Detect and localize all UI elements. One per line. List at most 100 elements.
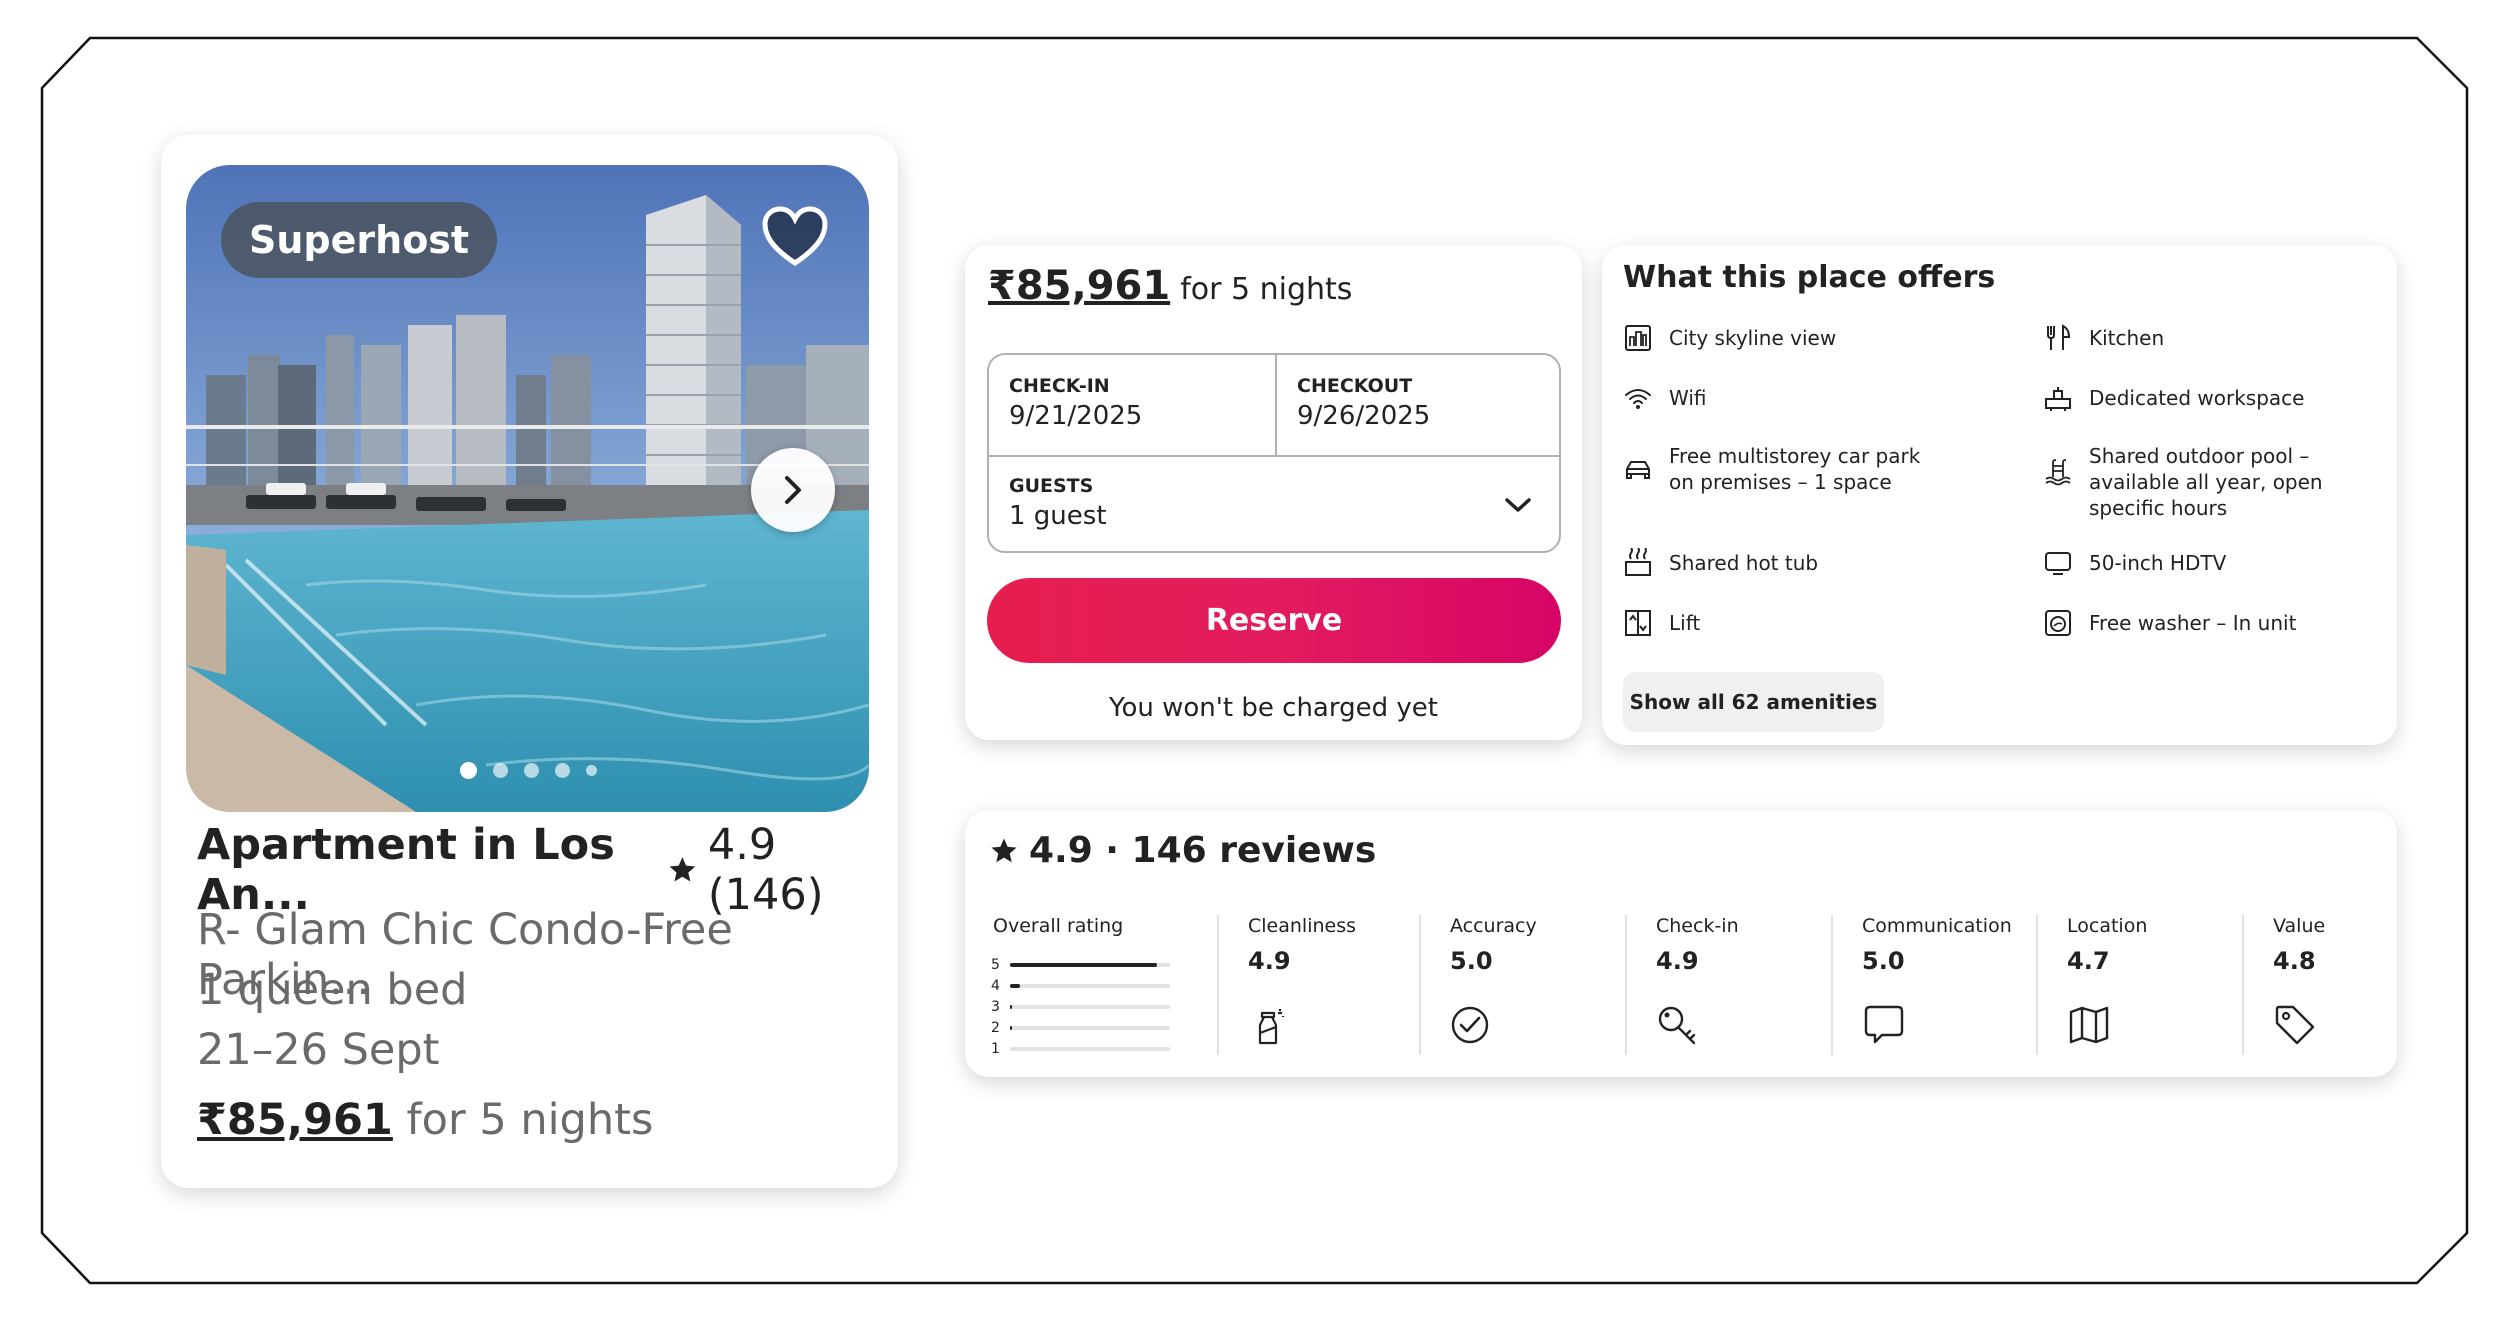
amenity-tv: 50-inch HDTV bbox=[2043, 550, 2226, 578]
listing-title-row: Apartment in Los An... 4.9 (146) bbox=[197, 820, 877, 920]
rating-category-location: Location 4.7 bbox=[2067, 915, 2237, 1055]
divider bbox=[1419, 915, 1421, 1055]
chevron-right-icon bbox=[785, 476, 801, 504]
listing-beds: 1 queen bed bbox=[197, 965, 468, 1015]
divider bbox=[1831, 915, 1833, 1055]
rating-bar-row: 1 bbox=[991, 1041, 1170, 1057]
tag-icon bbox=[2275, 1005, 2315, 1045]
heart-icon[interactable] bbox=[761, 205, 829, 267]
rating-bar-fill bbox=[1009, 963, 1158, 967]
rating-bar-stars: 4 bbox=[991, 978, 1000, 994]
overall-rating-label: Overall rating bbox=[993, 915, 1124, 937]
checkin-field[interactable]: CHECK-IN 9/21/2025 bbox=[989, 355, 1275, 455]
rating-bar-row: 3 bbox=[991, 999, 1170, 1015]
amenity-kitchen: Kitchen bbox=[2043, 324, 2165, 353]
divider bbox=[1625, 915, 1627, 1055]
category-value: 4.9 bbox=[1656, 947, 1699, 975]
rating-bar-row: 2 bbox=[991, 1020, 1170, 1036]
spray-bottle-icon bbox=[1258, 1009, 1285, 1045]
amenity-label: 50-inch HDTV bbox=[2089, 551, 2227, 575]
pagination-dot[interactable] bbox=[493, 763, 508, 778]
rating-bar-fill bbox=[1009, 1005, 1012, 1009]
rating-category-accuracy: Accuracy 5.0 bbox=[1450, 915, 1620, 1055]
booking-panel: ₹85,961 for 5 nights CHECK-IN 9/21/2025 … bbox=[965, 245, 1582, 740]
photo-pagination[interactable] bbox=[460, 762, 597, 779]
amenity-car-park: Free multistorey car park on premises – … bbox=[1623, 443, 1923, 495]
amenity-label: Lift bbox=[1669, 611, 1701, 635]
car-icon bbox=[1626, 461, 1650, 479]
divider bbox=[1217, 915, 1219, 1055]
hot-tub-icon bbox=[1625, 548, 1651, 576]
booking-price-suffix: for 5 nights bbox=[1180, 272, 1353, 307]
category-value: 5.0 bbox=[1450, 947, 1493, 975]
kitchen-icon bbox=[2047, 324, 2071, 350]
category-label: Cleanliness bbox=[1248, 915, 1357, 937]
rating-bar bbox=[1009, 1005, 1170, 1009]
amenity-lift: Lift bbox=[1623, 610, 1700, 638]
rating-category-checkin: Check-in 4.9 bbox=[1656, 915, 1826, 1055]
star-icon bbox=[669, 857, 696, 882]
listing-price-amount[interactable]: ₹85,961 bbox=[197, 1095, 393, 1145]
amenities-title: What this place offers bbox=[1623, 260, 1996, 295]
rating-bar bbox=[1009, 1047, 1170, 1051]
amenity-pool: Shared outdoor pool – available all year… bbox=[2043, 443, 2383, 521]
amenity-label: Kitchen bbox=[2089, 326, 2165, 350]
listing-price: ₹85,961 for 5 nights bbox=[197, 1095, 653, 1145]
rating-bar-row: 4 bbox=[991, 978, 1170, 994]
chat-bubble-icon bbox=[1864, 1005, 1904, 1044]
amenity-label: City skyline view bbox=[1669, 326, 1837, 350]
booking-price-amount[interactable]: ₹85,961 bbox=[988, 263, 1170, 309]
pagination-dot[interactable] bbox=[524, 763, 539, 778]
checkin-label: CHECK-IN bbox=[1009, 375, 1110, 397]
category-label: Value bbox=[2273, 915, 2326, 937]
listing-price-suffix: for 5 nights bbox=[406, 1095, 654, 1145]
checkin-value: 9/21/2025 bbox=[1009, 401, 1143, 431]
superhost-badge: Superhost bbox=[221, 202, 498, 278]
show-all-amenities-button[interactable]: Show all 62 amenities bbox=[1623, 672, 1884, 732]
listing-photo[interactable]: Superhost bbox=[186, 165, 869, 812]
reserve-button[interactable]: Reserve bbox=[987, 578, 1561, 663]
rating-bar-fill bbox=[1009, 1026, 1012, 1030]
rating-bar-stars: 2 bbox=[991, 1020, 1000, 1036]
rating-category-value: Value 4.8 bbox=[2273, 915, 2373, 1055]
amenity-washer: Free washer – In unit bbox=[2043, 610, 2296, 638]
checkout-field[interactable]: CHECKOUT 9/26/2025 bbox=[1277, 355, 1563, 455]
amenity-workspace: Dedicated workspace bbox=[2043, 385, 2304, 413]
wifi-icon bbox=[1625, 389, 1651, 409]
rating-bar bbox=[1009, 963, 1170, 967]
next-photo-button[interactable] bbox=[751, 448, 835, 532]
city-view-icon bbox=[1625, 325, 1651, 351]
category-value: 4.7 bbox=[2067, 947, 2110, 975]
rating-bar-fill bbox=[1009, 984, 1020, 988]
pagination-dot[interactable] bbox=[586, 765, 597, 776]
reviews-panel: 4.9 · 146 reviews Overall rating 5 4 3 2… bbox=[965, 810, 2397, 1077]
rating-bar-stars: 1 bbox=[991, 1041, 1000, 1057]
reviews-title[interactable]: 4.9 · 146 reviews bbox=[989, 830, 1376, 871]
rating-bar-row: 5 bbox=[991, 957, 1170, 973]
guests-value: 1 guest bbox=[1009, 501, 1107, 531]
checkout-value: 9/26/2025 bbox=[1297, 401, 1431, 431]
rating-category-cleanliness: Cleanliness 4.9 bbox=[1248, 915, 1418, 1055]
date-guest-picker[interactable]: CHECK-IN 9/21/2025 CHECKOUT 9/26/2025 GU… bbox=[987, 353, 1561, 553]
divider bbox=[2036, 915, 2038, 1055]
pagination-dot[interactable] bbox=[555, 763, 570, 778]
amenity-label: Free washer – In unit bbox=[2089, 611, 2297, 635]
lift-icon bbox=[1625, 610, 1651, 636]
category-value: 4.8 bbox=[2273, 947, 2316, 975]
rating-bar-stars: 3 bbox=[991, 999, 1000, 1015]
rating-category-communication: Communication 5.0 bbox=[1862, 915, 2032, 1055]
guests-field[interactable]: GUESTS 1 guest bbox=[989, 457, 1563, 553]
category-label: Communication bbox=[1862, 915, 2012, 937]
star-icon bbox=[991, 838, 1017, 862]
key-icon bbox=[1658, 1006, 1696, 1045]
amenity-city-view: City skyline view bbox=[1623, 325, 1836, 353]
checkout-label: CHECKOUT bbox=[1297, 375, 1413, 397]
amenity-label: Shared hot tub bbox=[1669, 551, 1819, 575]
workspace-icon bbox=[2045, 387, 2071, 411]
listing-card[interactable]: Superhost Apartment in Los An... 4.9 (14… bbox=[161, 135, 898, 1188]
washer-icon bbox=[2045, 610, 2071, 636]
category-label: Location bbox=[2067, 915, 2148, 937]
rating-bar bbox=[1009, 1026, 1170, 1030]
check-circle-icon bbox=[1451, 1006, 1489, 1044]
pagination-dot[interactable] bbox=[460, 762, 477, 779]
